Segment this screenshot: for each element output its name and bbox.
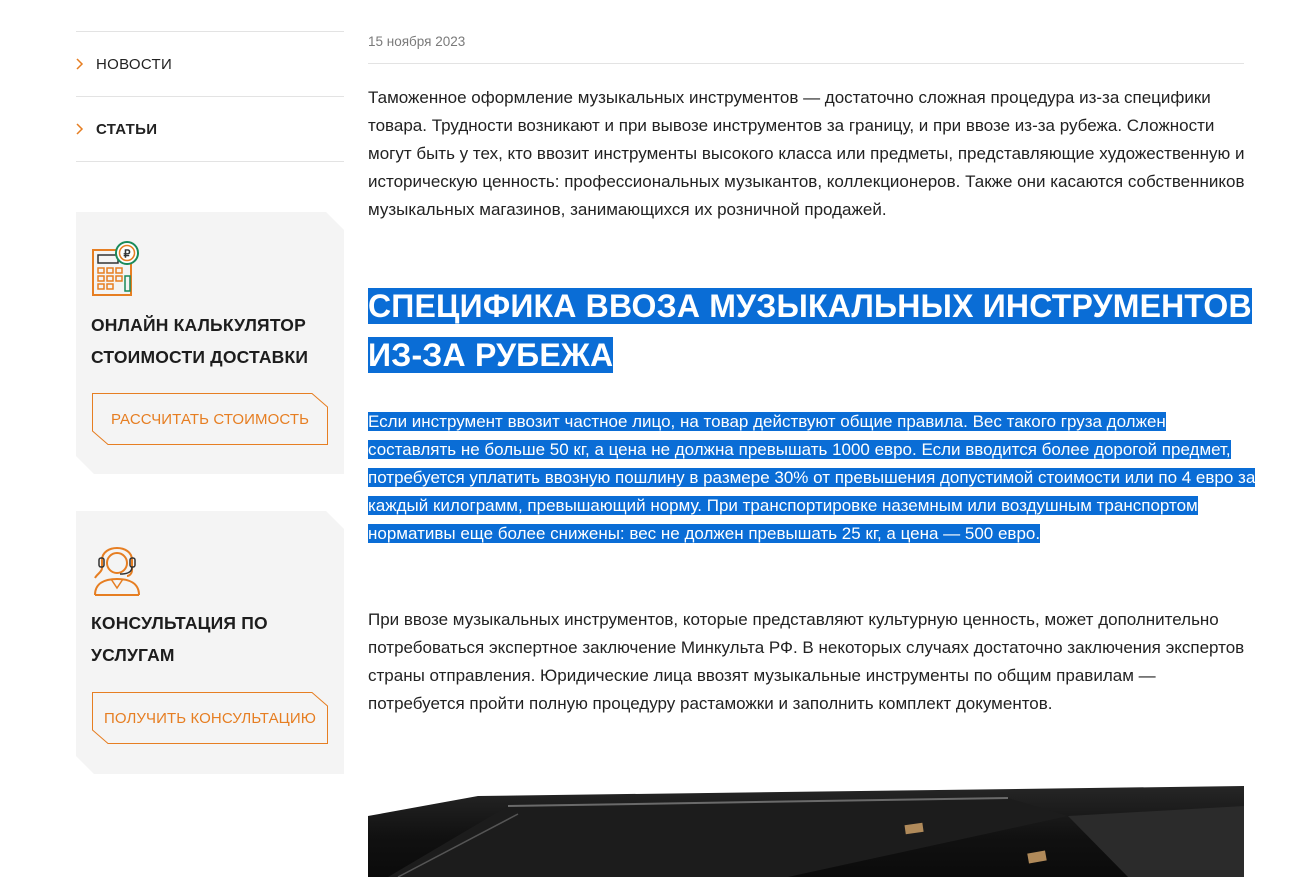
svg-text:₽: ₽	[124, 249, 131, 261]
consultation-card: КОНСУЛЬТАЦИЯ ПО УСЛУГАМ ПОЛУЧИТЬ КОНСУЛЬ…	[76, 511, 344, 774]
calculator-ruble-icon: ₽	[91, 240, 141, 303]
delivery-calculator-card: ₽ ОНЛАЙН КАЛЬКУЛЯТОР СТОИМОСТИ ДОСТАВКИ …	[76, 212, 344, 474]
sidebar-item-label: НОВОСТИ	[96, 55, 173, 73]
section-heading-text: СПЕЦИФИКА ВВОЗА МУЗЫКАЛЬНЫХ ИНСТРУМЕНТОВ…	[368, 288, 1252, 373]
button-label: РАССЧИТАТЬ СТОИМОСТЬ	[110, 410, 310, 428]
selected-paragraph: Если инструмент ввозит частное лицо, на …	[368, 408, 1258, 548]
get-consultation-button[interactable]: ПОЛУЧИТЬ КОНСУЛЬТАЦИЮ	[92, 692, 328, 744]
piano-photo	[368, 776, 1244, 877]
divider	[368, 63, 1244, 64]
button-label: ПОЛУЧИТЬ КОНСУЛЬТАЦИЮ	[103, 709, 317, 727]
support-operator-icon	[91, 538, 143, 601]
sidebar-item-articles[interactable]: СТАТЬИ	[76, 96, 344, 162]
calculate-cost-button[interactable]: РАССЧИТАТЬ СТОИМОСТЬ	[92, 393, 328, 445]
chevron-right-icon	[76, 123, 96, 135]
sidebar-item-news[interactable]: НОВОСТИ	[76, 31, 344, 96]
sidebar-item-label: СТАТЬИ	[96, 120, 158, 138]
selected-paragraph-text: Если инструмент ввозит частное лицо, на …	[368, 412, 1256, 543]
section-heading: СПЕЦИФИКА ВВОЗА МУЗЫКАЛЬНЫХ ИНСТРУМЕНТОВ…	[368, 282, 1258, 380]
article-date: 15 ноября 2023	[368, 34, 466, 49]
chevron-right-icon	[76, 58, 96, 70]
article-intro: Таможенное оформление музыкальных инстру…	[368, 88, 1245, 219]
article-paragraph: При ввозе музыкальных инструментов, кото…	[368, 610, 1245, 713]
card-title: ОНЛАЙН КАЛЬКУЛЯТОР СТОИМОСТИ ДОСТАВКИ	[91, 315, 309, 367]
card-title: КОНСУЛЬТАЦИЯ ПО УСЛУГАМ	[91, 613, 268, 665]
sidebar-nav: НОВОСТИ СТАТЬИ	[76, 31, 344, 162]
